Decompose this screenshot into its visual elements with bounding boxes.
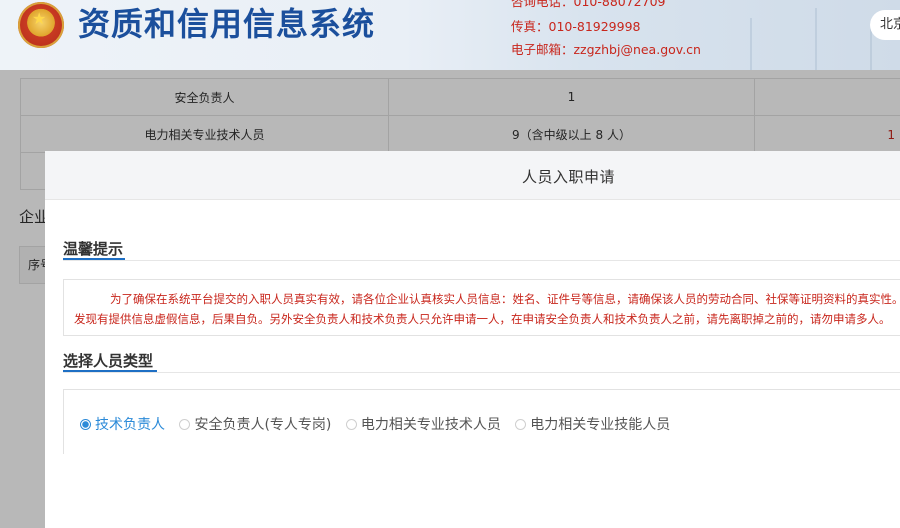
contact-email: 电子邮箱：zzgzhbj@nea.gov.cn <box>511 42 701 57</box>
radio-label: 电力相关专业技能人员 <box>530 417 671 433</box>
site-header: ★ 资质和信用信息系统 咨询电话：010-88072709 传真：010-819… <box>0 0 900 70</box>
radio-unchecked-icon[interactable] <box>179 418 191 430</box>
person-type-options: 技术负责人 安全负责人(专人专岗) 电力相关专业技术人员 电力相关专业技能人员 <box>63 389 900 454</box>
radio-safety-lead[interactable]: 安全负责人(专人专岗) <box>179 414 331 434</box>
radio-checked-icon[interactable] <box>80 418 91 430</box>
radio-unchecked-icon[interactable] <box>515 418 527 430</box>
modal-header: 人员入职申请 <box>45 151 900 200</box>
divider <box>63 260 900 261</box>
type-heading: 选择人员类型 <box>63 352 154 370</box>
contact-phone: 咨询电话：010-88072709 <box>511 0 666 9</box>
radio-power-tech-staff[interactable]: 电力相关专业技术人员 <box>345 414 501 434</box>
modal-title: 人员入职申请 <box>522 168 616 186</box>
system-title: 资质和信用信息系统 <box>78 5 376 43</box>
tips-heading: 温馨提示 <box>63 240 124 258</box>
radio-unchecked-icon[interactable] <box>345 418 357 430</box>
contact-fax: 传真：010-81929998 <box>511 19 641 34</box>
radio-power-skill-staff[interactable]: 电力相关专业技能人员 <box>515 414 670 434</box>
radio-group: 技术负责人 安全负责人(专人专岗) 电力相关专业技术人员 电力相关专业技能人员 <box>80 414 680 434</box>
divider <box>63 372 900 373</box>
header-user-link[interactable]: 北京 <box>870 10 900 40</box>
radio-label: 电力相关专业技术人员 <box>360 417 501 433</box>
tips-text: 为了确保在系统平台提交的入职人员真实有效，请各位企业认真核实人员信息：姓名、证件… <box>74 292 900 326</box>
radio-label: 安全负责人(专人专岗) <box>194 417 332 433</box>
national-emblem-icon: ★ <box>18 2 64 48</box>
tips-box: 为了确保在系统平台提交的入职人员真实有效，请各位企业认真核实人员信息：姓名、证件… <box>63 279 900 336</box>
onboarding-modal: 人员入职申请 温馨提示 为了确保在系统平台提交的入职人员真实有效，请各位企业认真… <box>45 151 900 528</box>
radio-label: 技术负责人 <box>95 417 165 433</box>
radio-tech-lead[interactable]: 技术负责人 <box>80 414 165 434</box>
